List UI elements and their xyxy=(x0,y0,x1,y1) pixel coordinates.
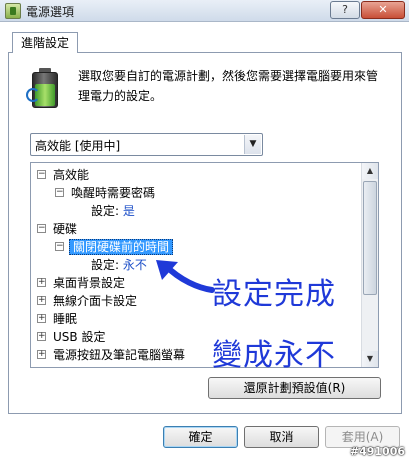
tree-item-wake-password[interactable]: − 喚醒時需要密碼 xyxy=(55,184,155,202)
tree-item-usb-settings[interactable]: + USB 設定 xyxy=(37,328,105,346)
cancel-button[interactable]: 取消 xyxy=(244,426,319,448)
expand-icon[interactable]: + xyxy=(37,278,46,287)
expand-icon[interactable]: + xyxy=(37,314,46,323)
restore-defaults-button[interactable]: 還原計劃預設值(R) xyxy=(208,377,381,399)
collapse-icon[interactable]: − xyxy=(37,224,46,233)
title-bar: 電源選項 ? ✕ xyxy=(0,0,409,22)
tree-item-high-performance[interactable]: − 高效能 xyxy=(37,166,89,184)
expand-icon[interactable]: + xyxy=(37,332,46,341)
tree-item-label: 硬碟 xyxy=(53,222,78,236)
tree-item-label: 電源按鈕及筆記電腦螢幕 xyxy=(53,348,186,362)
tree-item-label-selected: 關閉硬碟前的時間 xyxy=(69,239,174,255)
annotation-line-1: 設定完成 xyxy=(212,277,336,312)
power-options-icon xyxy=(5,3,21,19)
annotation-arrow-icon xyxy=(156,260,215,293)
collapse-icon[interactable]: − xyxy=(37,170,46,179)
power-plan-select[interactable]: 高效能 [使用中] ▼ xyxy=(30,133,263,156)
setting-label: 設定: xyxy=(91,258,120,272)
tree-setting-wake-password[interactable]: 設定: 是 xyxy=(91,202,135,220)
battery-icon xyxy=(26,68,60,110)
setting-value[interactable]: 是 xyxy=(123,204,135,218)
tree-item-label: 睡眠 xyxy=(53,312,78,326)
tree-item-label: 桌面背景設定 xyxy=(53,276,126,290)
collapse-icon[interactable]: − xyxy=(55,242,64,251)
scroll-down-icon[interactable]: ▼ xyxy=(362,351,378,367)
expand-icon[interactable]: + xyxy=(37,350,46,359)
image-watermark: #491006 xyxy=(349,445,405,458)
scroll-up-icon[interactable]: ▲ xyxy=(362,163,378,179)
tree-item-wireless-adapter[interactable]: + 無線介面卡設定 xyxy=(37,292,137,310)
tree-item-label: 無線介面卡設定 xyxy=(53,294,138,308)
collapse-icon[interactable]: − xyxy=(55,188,64,197)
tree-item-label: USB 設定 xyxy=(53,330,106,344)
close-button[interactable]: ✕ xyxy=(361,1,405,19)
setting-value[interactable]: 永不 xyxy=(123,258,147,272)
power-plan-value: 高效能 [使用中] xyxy=(35,139,121,153)
setting-label: 設定: xyxy=(91,204,120,218)
tree-item-label: 高效能 xyxy=(53,168,90,182)
tree-item-sleep[interactable]: + 睡眠 xyxy=(37,310,77,328)
expand-icon[interactable]: + xyxy=(37,296,46,305)
tree-item-hard-disk[interactable]: − 硬碟 xyxy=(37,220,77,238)
chevron-down-icon[interactable]: ▼ xyxy=(244,135,261,154)
window-title: 電源選項 xyxy=(26,5,75,19)
description-text: 選取您要自訂的電源計劃，然後您需要選擇電腦要用來管理電力的設定。 xyxy=(78,69,379,103)
scrollbar-thumb[interactable] xyxy=(363,181,377,295)
help-button[interactable]: ? xyxy=(330,1,360,19)
tree-item-power-buttons-lid[interactable]: + 電源按鈕及筆記電腦螢幕 xyxy=(37,346,185,364)
ok-button[interactable]: 確定 xyxy=(163,426,238,448)
annotation-line-2: 變成永不 xyxy=(212,338,336,373)
tree-item-label: 喚醒時需要密碼 xyxy=(71,186,156,200)
tree-item-desktop-background[interactable]: + 桌面背景設定 xyxy=(37,274,125,292)
tab-advanced-settings[interactable]: 進階設定 xyxy=(12,32,78,53)
tree-setting-turn-off-disk[interactable]: 設定: 永不 xyxy=(91,256,147,274)
tree-scrollbar[interactable]: ▲ ▼ xyxy=(361,163,378,367)
